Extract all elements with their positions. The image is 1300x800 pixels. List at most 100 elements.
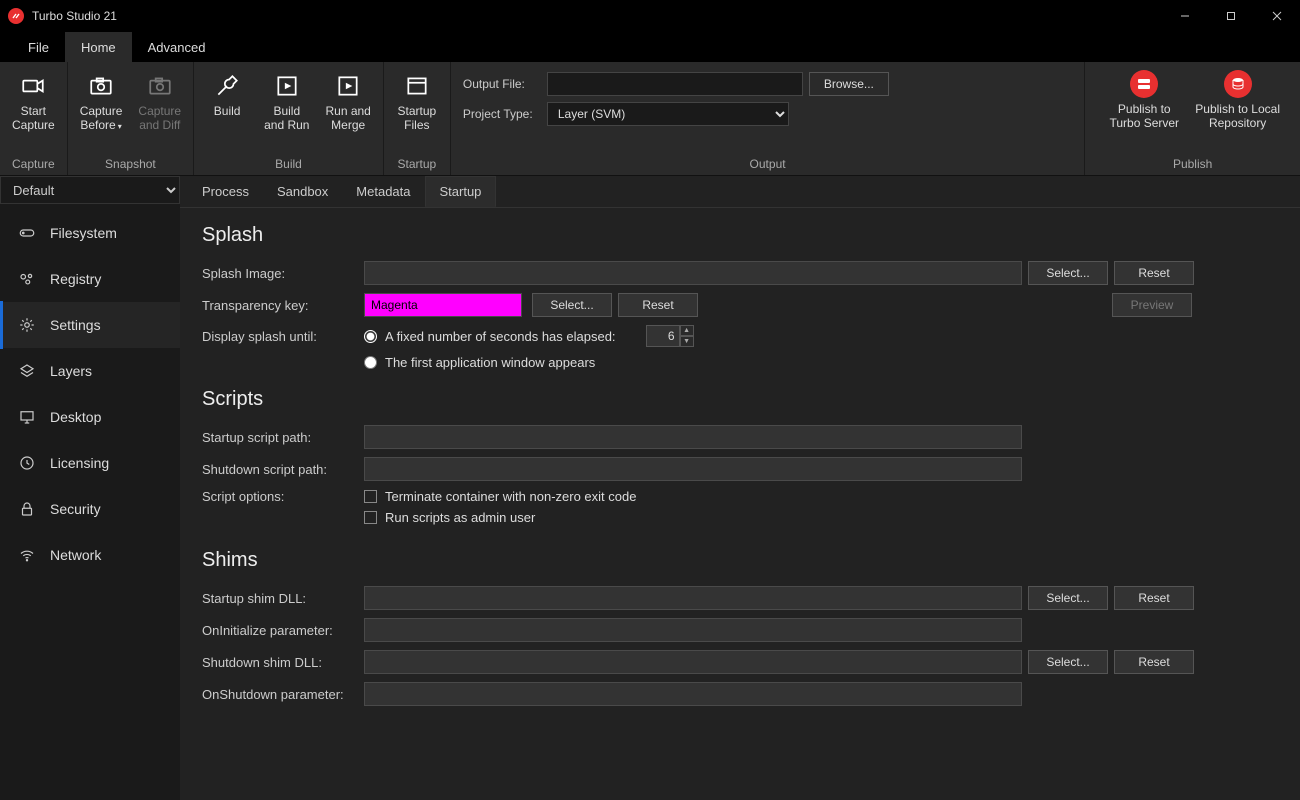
start-capture-button[interactable]: Start Capture bbox=[4, 68, 63, 136]
shutdown-shim-input[interactable] bbox=[364, 650, 1022, 674]
clock-icon bbox=[18, 454, 36, 472]
script-options-label: Script options: bbox=[202, 489, 364, 504]
wifi-icon bbox=[18, 546, 36, 564]
oninit-label: OnInitialize parameter: bbox=[202, 623, 364, 638]
app-logo-icon bbox=[8, 8, 24, 24]
admin-checkbox-label: Run scripts as admin user bbox=[385, 510, 535, 525]
wrench-icon bbox=[213, 72, 241, 100]
preview-button[interactable]: Preview bbox=[1112, 293, 1192, 317]
radio-fixed-seconds[interactable] bbox=[364, 330, 377, 343]
minimize-button[interactable] bbox=[1162, 0, 1208, 32]
titlebar: Turbo Studio 21 bbox=[0, 0, 1300, 32]
window-icon bbox=[403, 72, 431, 100]
terminate-checkbox-label: Terminate container with non-zero exit c… bbox=[385, 489, 636, 504]
shutdown-script-label: Shutdown script path: bbox=[202, 462, 364, 477]
splash-heading: Splash bbox=[202, 224, 1278, 247]
ribbon-group-capture: Start Capture Capture bbox=[0, 62, 68, 175]
build-button[interactable]: Build bbox=[198, 68, 256, 122]
radio-first-window-label: The first application window appears bbox=[385, 355, 595, 370]
lock-icon bbox=[18, 500, 36, 518]
admin-checkbox[interactable] bbox=[364, 511, 377, 524]
run-merge-button[interactable]: Run and Merge bbox=[317, 68, 378, 136]
splash-image-label: Splash Image: bbox=[202, 266, 364, 281]
startup-shim-label: Startup shim DLL: bbox=[202, 591, 364, 606]
seconds-input[interactable] bbox=[646, 325, 680, 347]
startup-shim-reset-button[interactable]: Reset bbox=[1114, 586, 1194, 610]
radio-fixed-seconds-label: A fixed number of seconds has elapsed: bbox=[385, 329, 616, 344]
splash-image-input[interactable] bbox=[364, 261, 1022, 285]
ribbon-group-startup: Startup Files Startup bbox=[384, 62, 451, 175]
sidebar-item-filesystem[interactable]: Filesystem bbox=[0, 210, 180, 256]
menu-advanced[interactable]: Advanced bbox=[132, 32, 222, 62]
capture-before-button[interactable]: Capture Before▾ bbox=[72, 68, 131, 138]
sidebar-item-layers[interactable]: Layers bbox=[0, 348, 180, 394]
browse-button[interactable]: Browse... bbox=[809, 72, 889, 96]
ribbon-group-publish: Publish to Turbo Server Publish to Local… bbox=[1085, 62, 1300, 175]
transparency-swatch: Magenta bbox=[364, 293, 522, 317]
startup-files-button[interactable]: Startup Files bbox=[388, 68, 446, 136]
menu-home[interactable]: Home bbox=[65, 32, 132, 62]
app-title: Turbo Studio 21 bbox=[32, 9, 1162, 23]
gear-icon bbox=[18, 316, 36, 334]
disk-icon bbox=[18, 224, 36, 242]
radio-first-window[interactable] bbox=[364, 356, 377, 369]
sidebar-item-network[interactable]: Network bbox=[0, 532, 180, 578]
transparency-label: Transparency key: bbox=[202, 298, 364, 313]
database-icon bbox=[1224, 70, 1252, 98]
server-publish-icon bbox=[1130, 70, 1158, 98]
shutdown-script-input[interactable] bbox=[364, 457, 1022, 481]
seconds-up-button[interactable]: ▲ bbox=[680, 325, 694, 336]
ribbon: Start Capture Capture Capture Before▾ Ca… bbox=[0, 62, 1300, 176]
tab-metadata[interactable]: Metadata bbox=[342, 176, 424, 207]
layer-select[interactable]: Default bbox=[0, 176, 180, 204]
menu-file[interactable]: File bbox=[12, 32, 65, 62]
display-splash-label: Display splash until: bbox=[202, 329, 364, 344]
publish-local-button[interactable]: Publish to Local Repository bbox=[1189, 68, 1286, 132]
sidebar-item-settings[interactable]: Settings bbox=[0, 302, 180, 348]
onshutdown-input[interactable] bbox=[364, 682, 1022, 706]
ribbon-group-build: Build Build and Run Run and Merge Build bbox=[194, 62, 384, 175]
transparency-reset-button[interactable]: Reset bbox=[618, 293, 698, 317]
splash-image-select-button[interactable]: Select... bbox=[1028, 261, 1108, 285]
capture-diff-button[interactable]: Capture and Diff bbox=[130, 68, 189, 136]
ribbon-group-snapshot: Capture Before▾ Capture and Diff Snapsho… bbox=[68, 62, 194, 175]
tab-sandbox[interactable]: Sandbox bbox=[263, 176, 342, 207]
sidebar: Default Filesystem Registry Settings Lay… bbox=[0, 176, 180, 800]
seconds-spinbox[interactable]: ▲ ▼ bbox=[646, 325, 694, 347]
oninit-input[interactable] bbox=[364, 618, 1022, 642]
splash-image-reset-button[interactable]: Reset bbox=[1114, 261, 1194, 285]
shutdown-shim-select-button[interactable]: Select... bbox=[1028, 650, 1108, 674]
shutdown-shim-label: Shutdown shim DLL: bbox=[202, 655, 364, 670]
menubar: File Home Advanced bbox=[0, 32, 1300, 62]
scripts-heading: Scripts bbox=[202, 388, 1278, 411]
publish-server-button[interactable]: Publish to Turbo Server bbox=[1099, 68, 1189, 132]
layers-icon bbox=[18, 362, 36, 380]
startup-shim-select-button[interactable]: Select... bbox=[1028, 586, 1108, 610]
project-type-select[interactable]: Layer (SVM) bbox=[547, 102, 789, 126]
startup-script-label: Startup script path: bbox=[202, 430, 364, 445]
tab-startup[interactable]: Startup bbox=[425, 176, 497, 207]
terminate-checkbox[interactable] bbox=[364, 490, 377, 503]
tab-process[interactable]: Process bbox=[188, 176, 263, 207]
onshutdown-label: OnShutdown parameter: bbox=[202, 687, 364, 702]
maximize-button[interactable] bbox=[1208, 0, 1254, 32]
play-box-icon bbox=[273, 72, 301, 100]
transparency-select-button[interactable]: Select... bbox=[532, 293, 612, 317]
shutdown-shim-reset-button[interactable]: Reset bbox=[1114, 650, 1194, 674]
output-file-input[interactable] bbox=[547, 72, 803, 96]
startup-shim-input[interactable] bbox=[364, 586, 1022, 610]
close-button[interactable] bbox=[1254, 0, 1300, 32]
sidebar-item-registry[interactable]: Registry bbox=[0, 256, 180, 302]
ribbon-group-output: Output File: Browse... Project Type: Lay… bbox=[451, 62, 1085, 175]
output-file-label: Output File: bbox=[463, 77, 541, 91]
camera-dim-icon bbox=[146, 72, 174, 100]
project-type-label: Project Type: bbox=[463, 107, 541, 121]
seconds-down-button[interactable]: ▼ bbox=[680, 336, 694, 347]
sidebar-item-desktop[interactable]: Desktop bbox=[0, 394, 180, 440]
build-run-button[interactable]: Build and Run bbox=[256, 68, 317, 136]
sidebar-item-licensing[interactable]: Licensing bbox=[0, 440, 180, 486]
sidebar-item-security[interactable]: Security bbox=[0, 486, 180, 532]
subtabs: Process Sandbox Metadata Startup bbox=[180, 176, 1300, 208]
startup-script-input[interactable] bbox=[364, 425, 1022, 449]
main-content: Process Sandbox Metadata Startup Splash … bbox=[180, 176, 1300, 800]
